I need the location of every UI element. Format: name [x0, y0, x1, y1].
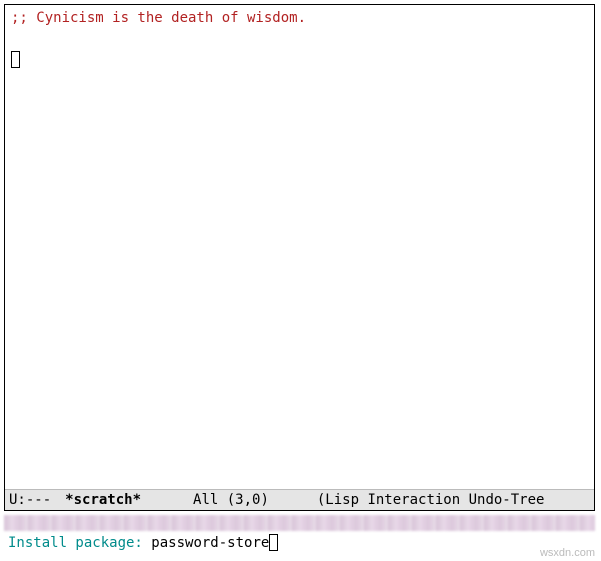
modeline-modes: (Lisp Interaction Undo-Tree [317, 492, 545, 508]
modeline-status: U:--- [9, 492, 51, 508]
watermark: wsxdn.com [540, 547, 595, 559]
buffer-cursor-line [11, 48, 588, 71]
minibuffer-prompt: Install package: [8, 535, 151, 551]
cursor-icon [11, 51, 20, 68]
mode-line[interactable]: U:--- *scratch* All (3,0) (Lisp Interaction… [5, 489, 594, 510]
modeline-buffer-name: *scratch* [65, 492, 141, 508]
obscured-region [4, 515, 595, 531]
emacs-frame: ;; Cynicism is the death of wisdom. U:--… [4, 4, 595, 511]
scratch-buffer[interactable]: ;; Cynicism is the death of wisdom. [5, 5, 594, 489]
modeline-position: All (3,0) [193, 492, 269, 508]
buffer-blank-line [11, 29, 588, 49]
minibuffer-input: password-store [151, 535, 269, 551]
buffer-comment-line: ;; Cynicism is the death of wisdom. [11, 9, 588, 29]
minibuffer-cursor-icon [269, 534, 278, 551]
minibuffer[interactable]: Install package: password-store [4, 531, 595, 553]
